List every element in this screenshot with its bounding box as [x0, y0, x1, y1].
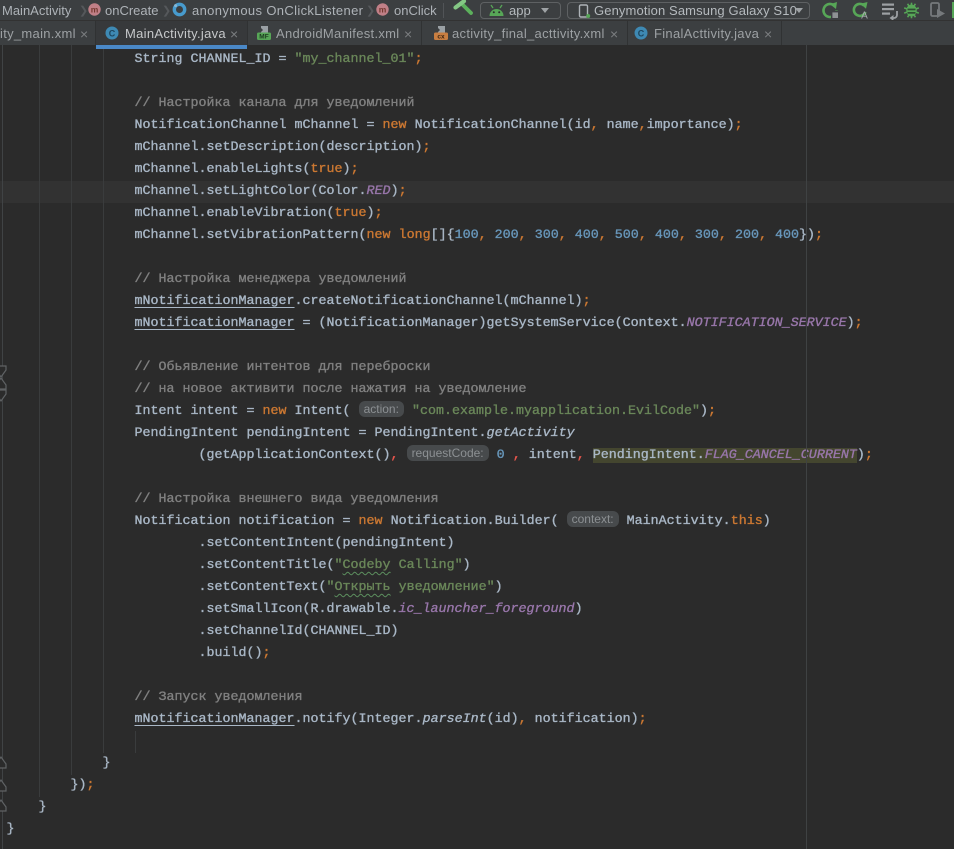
svg-text:C: C: [638, 29, 645, 39]
svg-text:m: m: [91, 5, 99, 15]
svg-text:C: C: [109, 29, 116, 39]
svg-text:MF: MF: [259, 34, 268, 41]
svg-text:cx: cx: [437, 34, 445, 41]
svg-text:m: m: [379, 5, 387, 15]
svg-text:A: A: [861, 11, 868, 21]
